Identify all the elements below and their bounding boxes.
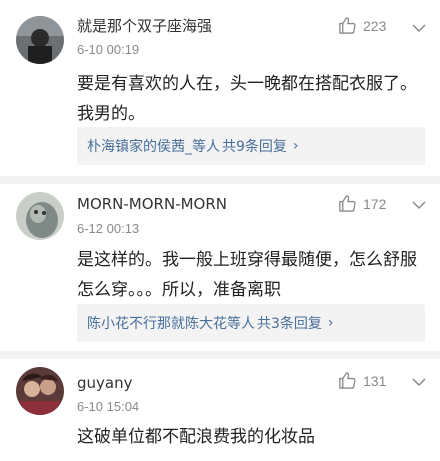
comment-item: MORN-MORN-MORN 6-12 00:13 172 是这样的。我一般上班… — [0, 184, 440, 356]
comment-feed: 就是那个双子座海强 6-10 00:19 223 要是有喜欢的人在，头一晚都在搭… — [0, 0, 440, 461]
timestamp: 6-10 00:19 — [77, 42, 140, 57]
username[interactable]: guyany — [77, 374, 132, 392]
reply-count: 共9条回复 — [222, 139, 287, 155]
like-button[interactable]: 172 — [338, 194, 386, 213]
comment-text: 是这样的。我一般上班穿得最随便，怎么舒服怎么穿。。。所以，准备离职 — [77, 250, 417, 300]
replies-link[interactable]: 陈小花不行那就陈大花等人 共3条回复 › — [77, 304, 425, 342]
avatar[interactable] — [16, 367, 64, 415]
chevron-right-icon: › — [292, 138, 299, 154]
comment-text: 这破单位都不配浪费我的化妆品 — [77, 427, 315, 447]
thumbs-up-icon — [339, 195, 356, 212]
reply-names: 朴海镇家的侯茜_等人 — [87, 139, 220, 155]
more-options-button[interactable] — [410, 373, 428, 391]
divider — [0, 351, 440, 359]
like-count: 172 — [363, 195, 387, 212]
thumbs-up-icon — [339, 17, 356, 34]
avatar[interactable] — [16, 192, 64, 240]
comment-text: 要是有喜欢的人在，头一晚都在搭配衣服了。我男的。 — [77, 74, 417, 124]
username[interactable]: MORN-MORN-MORN — [77, 195, 227, 213]
reply-count: 共3条回复 — [257, 316, 322, 332]
chevron-down-icon — [412, 24, 426, 33]
comment-item: guyany 6-10 15:04 131 这破单位都不配浪费我的化妆品 — [0, 359, 440, 461]
username[interactable]: 就是那个双子座海强 — [77, 15, 212, 36]
like-count: 131 — [363, 372, 387, 389]
chevron-down-icon — [412, 201, 426, 210]
more-options-button[interactable] — [410, 196, 428, 214]
more-options-button[interactable] — [410, 19, 428, 37]
comment-item: 就是那个双子座海强 6-10 00:19 223 要是有喜欢的人在，头一晚都在搭… — [0, 0, 440, 188]
like-button[interactable]: 223 — [338, 16, 386, 35]
chevron-down-icon — [412, 378, 426, 387]
like-button[interactable]: 131 — [338, 371, 386, 390]
timestamp: 6-12 00:13 — [77, 221, 140, 236]
reply-names: 陈小花不行那就陈大花等人 — [87, 316, 255, 332]
thumbs-up-icon — [339, 372, 356, 389]
chevron-right-icon: › — [327, 315, 334, 331]
divider — [0, 176, 440, 184]
timestamp: 6-10 15:04 — [77, 399, 140, 414]
like-count: 223 — [363, 17, 387, 34]
replies-link[interactable]: 朴海镇家的侯茜_等人 共9条回复 › — [77, 127, 425, 165]
avatar[interactable] — [16, 16, 64, 64]
